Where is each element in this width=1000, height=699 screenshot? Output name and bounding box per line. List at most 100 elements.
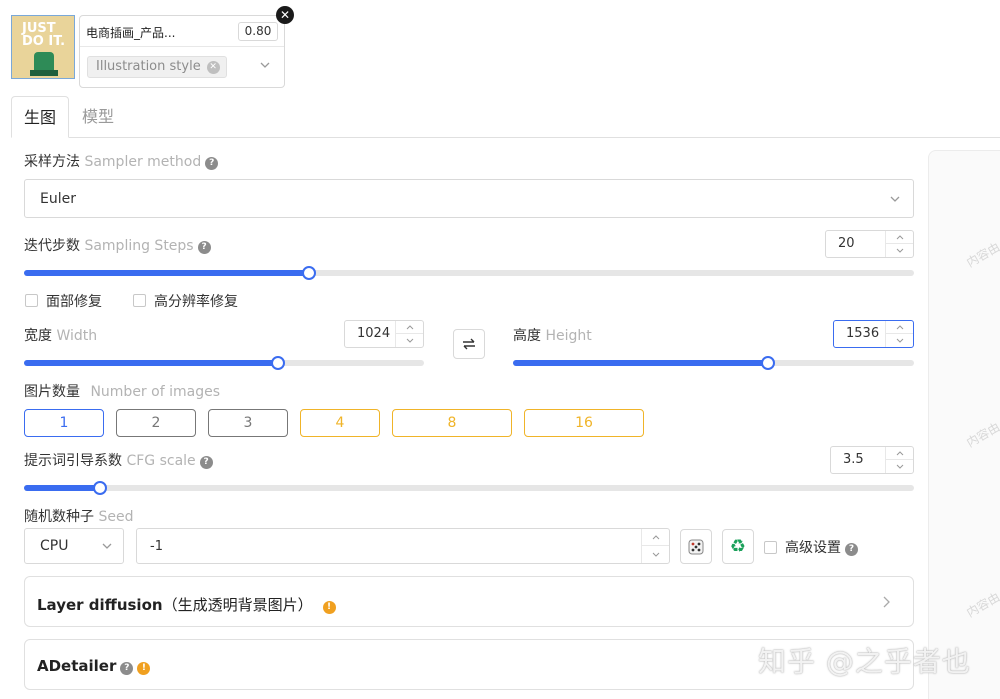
cfg-label-zh: 提示词引导系数 xyxy=(24,453,122,469)
cfg-input[interactable]: 3.5 xyxy=(830,446,914,474)
thumbnail-text: JUST DO IT. xyxy=(22,21,66,49)
chevron-down-icon[interactable] xyxy=(652,552,660,557)
steps-label-en: Sampling Steps xyxy=(84,238,194,254)
chevron-up-icon[interactable] xyxy=(896,450,904,456)
chevron-down-icon[interactable] xyxy=(896,248,904,253)
advanced-settings-label: 高级设置? xyxy=(785,537,858,557)
height-slider-fill xyxy=(513,360,768,366)
help-icon[interactable]: ? xyxy=(199,456,213,469)
watermark-small: 内容由 xyxy=(964,419,1000,450)
random-seed-button[interactable] xyxy=(680,529,712,564)
hires-fix-checkbox[interactable] xyxy=(133,294,146,307)
model-thumbnail[interactable]: JUST DO IT. xyxy=(11,15,75,79)
swap-dimensions-button[interactable] xyxy=(453,329,485,359)
height-spinner[interactable] xyxy=(885,321,913,347)
seed-device-value: CPU xyxy=(40,538,69,554)
advanced-settings-checkbox[interactable] xyxy=(764,541,777,554)
lora-weight-input[interactable]: 0.80 xyxy=(238,22,278,41)
chevron-down-icon[interactable] xyxy=(896,464,904,469)
layer-diffusion-panel[interactable]: Layer diffusion（生成透明背景图片）! xyxy=(24,576,914,627)
sampler-label-en: Sampler method xyxy=(84,154,202,170)
adetailer-title: ADetailer?! xyxy=(37,657,151,675)
swap-icon xyxy=(463,338,475,350)
sampler-label: 采样方法 Sampler method? xyxy=(24,151,219,171)
num-images-option-16[interactable]: 16 xyxy=(524,409,644,437)
width-slider-handle[interactable] xyxy=(271,356,285,370)
close-icon[interactable]: ✕ xyxy=(276,6,294,24)
width-spinner[interactable] xyxy=(395,321,423,347)
lora-card-divider xyxy=(80,46,284,47)
width-label-en: Width xyxy=(56,328,98,344)
tab-generate[interactable]: 生图 xyxy=(11,96,69,138)
thumbnail-figure-base xyxy=(30,70,58,76)
height-slider[interactable] xyxy=(513,356,914,370)
seed-label: 随机数种子 Seed xyxy=(24,506,133,526)
num-images-option-1[interactable]: 1 xyxy=(24,409,104,437)
face-fix-checkbox[interactable] xyxy=(25,294,38,307)
chevron-up-icon[interactable] xyxy=(896,324,904,330)
width-slider[interactable] xyxy=(24,356,424,370)
warning-icon[interactable]: ! xyxy=(322,601,336,614)
cfg-slider-handle[interactable] xyxy=(92,481,107,495)
help-icon[interactable]: ? xyxy=(205,157,219,170)
chevron-down-icon[interactable] xyxy=(406,338,414,343)
layer-diffusion-title: Layer diffusion（生成透明背景图片）! xyxy=(37,594,336,615)
height-label-zh: 高度 xyxy=(513,328,541,344)
steps-slider[interactable] xyxy=(24,266,914,280)
width-slider-fill xyxy=(24,360,278,366)
seed-label-zh: 随机数种子 xyxy=(24,509,94,525)
num-images-option-4[interactable]: 4 xyxy=(300,409,380,437)
seed-device-select[interactable]: CPU xyxy=(24,528,124,564)
num-images-label-en: Number of images xyxy=(90,384,220,400)
cfg-spinner[interactable] xyxy=(885,447,913,473)
steps-input[interactable]: 20 xyxy=(825,230,914,258)
steps-label-zh: 迭代步数 xyxy=(24,238,80,254)
height-input[interactable]: 1536 xyxy=(833,320,914,348)
face-fix-label: 面部修复 xyxy=(46,294,102,310)
seed-input[interactable]: -1 xyxy=(136,528,670,564)
num-images-option-2[interactable]: 2 xyxy=(116,409,196,437)
chevron-down-icon[interactable] xyxy=(259,59,271,71)
chevron-down-icon xyxy=(890,196,900,202)
chevron-up-icon[interactable] xyxy=(652,534,660,540)
width-label-zh: 宽度 xyxy=(24,328,52,344)
sampler-select[interactable]: Euler xyxy=(24,179,914,218)
help-icon[interactable]: ? xyxy=(120,662,134,675)
lora-name: 电商插画_产品... xyxy=(86,26,176,40)
cfg-label: 提示词引导系数 CFG scale? xyxy=(24,450,213,470)
help-icon[interactable]: ? xyxy=(845,543,858,556)
cfg-label-en: CFG scale xyxy=(126,453,196,469)
seed-spinner[interactable] xyxy=(641,529,669,563)
dice-icon xyxy=(688,539,704,554)
style-tag: Illustration style ✕ xyxy=(87,56,227,78)
cfg-slider-fill xyxy=(24,485,100,491)
steps-spinner[interactable] xyxy=(885,231,913,257)
preview-panel: 内容由 内容由 内容由 xyxy=(928,150,1000,699)
chevron-right-icon xyxy=(883,596,890,608)
tab-model[interactable]: 模型 xyxy=(69,96,127,138)
zhihu-watermark: 知乎 @之乎者也 xyxy=(758,645,971,678)
steps-slider-fill xyxy=(24,270,309,276)
height-value: 1536 xyxy=(846,326,880,341)
chevron-down-icon[interactable] xyxy=(896,338,904,343)
height-slider-handle[interactable] xyxy=(760,356,775,370)
cfg-slider[interactable] xyxy=(24,481,914,495)
width-input[interactable]: 1024 xyxy=(344,320,424,348)
style-tag-label: Illustration style xyxy=(96,59,201,74)
watermark-small: 内容由 xyxy=(964,239,1000,270)
num-images-option-8[interactable]: 8 xyxy=(392,409,512,437)
num-images-option-3[interactable]: 3 xyxy=(208,409,288,437)
cfg-value: 3.5 xyxy=(843,452,864,467)
seed-value: -1 xyxy=(150,539,163,554)
chevron-up-icon[interactable] xyxy=(406,324,414,330)
warning-icon[interactable]: ! xyxy=(137,662,151,675)
tag-remove-icon[interactable]: ✕ xyxy=(206,60,220,74)
steps-slider-handle[interactable] xyxy=(301,266,316,280)
height-label-en: Height xyxy=(545,328,592,344)
help-icon[interactable]: ? xyxy=(197,241,211,254)
advanced-settings-text: 高级设置 xyxy=(785,540,841,556)
num-images-label-zh: 图片数量 xyxy=(24,384,80,400)
num-images-label: 图片数量 Number of images xyxy=(24,381,220,401)
chevron-up-icon[interactable] xyxy=(896,234,904,240)
reuse-seed-button[interactable]: ♻ xyxy=(722,529,754,564)
